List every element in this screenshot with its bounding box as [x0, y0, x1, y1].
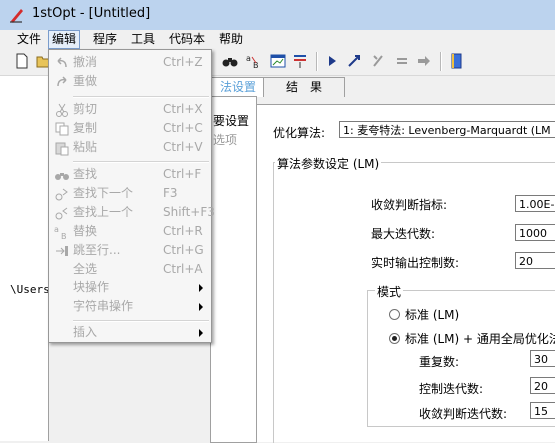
menu-item-goto-line[interactable]: 跳至行... Ctrl+G: [49, 241, 211, 260]
menu-item-find[interactable]: 查找 Ctrl+F: [49, 165, 211, 184]
find-previous-icon: [55, 207, 68, 220]
redo-icon: [57, 76, 67, 87]
menu-program[interactable]: 程序: [90, 31, 120, 48]
mode-global-label: 标准 (LM) + 通用全局优化法: [405, 332, 555, 346]
step-run-icon[interactable]: [346, 53, 362, 69]
algorithm-params-title: 算法参数设定 (LM): [275, 155, 382, 172]
control-iterations-input[interactable]: 20: [530, 377, 555, 394]
mode-standard-radio[interactable]: [389, 309, 400, 320]
convergence-iterations-label: 收敛判断迭代数:: [419, 407, 508, 421]
chart-window-icon[interactable]: [270, 53, 286, 69]
menu-item-block-operations[interactable]: 块操作: [49, 278, 211, 297]
algorithm-label: 优化算法:: [273, 126, 326, 140]
edit-dropdown-menu: 撤消 Ctrl+Z 重做 剪切 Ctrl+X 复制 Ctrl+C 粘贴 Ctrl…: [48, 49, 215, 343]
options-pane: 要设置 选项: [210, 96, 257, 443]
find-binoculars-icon[interactable]: [222, 53, 238, 69]
convergence-input[interactable]: 1.00E-1: [515, 195, 555, 212]
algorithm-select[interactable]: 1: 麦夸特法: Levenberg-Marquardt (LM: [339, 121, 555, 138]
list-pin-icon[interactable]: [292, 53, 308, 69]
menu-item-find-next[interactable]: 查找下一个 F3: [49, 184, 211, 203]
undo-icon: [57, 57, 67, 68]
options-label: 选项: [213, 133, 238, 147]
svg-text:a: a: [54, 225, 59, 234]
arrow-right-icon[interactable]: [416, 53, 432, 69]
menu-item-find-previous[interactable]: 查找上一个 Shift+F3: [49, 203, 215, 222]
pause-icon[interactable]: [370, 53, 386, 69]
menu-item-cut[interactable]: 剪切 Ctrl+X: [49, 100, 211, 119]
convergence-iterations-input[interactable]: 15: [530, 402, 555, 419]
replace-ab-icon[interactable]: aB: [246, 53, 262, 69]
repeat-count-label: 重复数:: [419, 355, 460, 369]
menu-item-copy[interactable]: 复制 Ctrl+C: [49, 119, 211, 138]
copy-icon: [55, 122, 69, 136]
paste-icon: [55, 142, 69, 156]
svg-text:a: a: [246, 54, 251, 63]
max-iterations-label: 最大迭代数:: [371, 227, 436, 241]
menu-separator: [73, 96, 209, 98]
menu-item-undo[interactable]: 撤消 Ctrl+Z: [49, 53, 211, 72]
options-label: 要设置: [213, 114, 250, 128]
menu-separator: [73, 320, 209, 322]
run-icon[interactable]: [324, 53, 340, 69]
menu-bar: 文件 编辑 程序 工具 代码本 帮助: [0, 30, 555, 49]
submenu-arrow-icon: [199, 284, 203, 292]
app-icon: [10, 9, 23, 23]
menu-tools[interactable]: 工具: [128, 31, 158, 48]
menu-codebook[interactable]: 代码本: [166, 31, 208, 48]
replace-icon: aB: [54, 225, 67, 240]
control-iterations-label: 控制迭代数:: [419, 382, 484, 396]
svg-text:B: B: [61, 232, 67, 240]
title-bar: 1stOpt - [Untitled]: [0, 0, 555, 30]
mode-global-radio[interactable]: [389, 333, 400, 344]
repeat-count-input[interactable]: 30: [530, 350, 555, 367]
menu-item-redo[interactable]: 重做: [49, 72, 211, 91]
equals-icon[interactable]: [394, 53, 410, 69]
settings-panel: 优化算法: 1: 麦夸特法: Levenberg-Marquardt (LM 算…: [256, 104, 555, 443]
toolbar-separator: [316, 52, 318, 71]
editor-pane[interactable]: [0, 76, 49, 441]
book-icon[interactable]: [448, 53, 464, 69]
new-file-icon[interactable]: [14, 53, 30, 69]
mode-title: 模式: [375, 283, 404, 300]
submenu-arrow-icon: [199, 329, 203, 337]
menu-item-string-operations[interactable]: 字符串操作: [49, 297, 211, 316]
goto-line-icon: [56, 246, 68, 256]
menu-file[interactable]: 文件: [14, 31, 44, 48]
convergence-label: 收敛判断指标:: [371, 198, 448, 212]
menu-item-select-all[interactable]: 全选 Ctrl+A: [49, 260, 211, 279]
menu-edit[interactable]: 编辑: [48, 30, 81, 49]
find-icon: [55, 173, 69, 180]
menu-item-paste[interactable]: 粘贴 Ctrl+V: [49, 138, 211, 157]
submenu-arrow-icon: [199, 303, 203, 311]
toolbar-separator: [440, 52, 442, 71]
mode-standard-label: 标准 (LM): [405, 308, 460, 322]
menu-help[interactable]: 帮助: [216, 31, 246, 48]
realtime-output-input[interactable]: 20: [515, 252, 555, 269]
menu-item-insert[interactable]: 插入: [49, 323, 211, 342]
window-title: 1stOpt - [Untitled]: [32, 6, 151, 21]
cut-icon: [56, 103, 68, 117]
menu-separator: [73, 161, 209, 163]
find-next-icon: [55, 188, 68, 201]
max-iterations-input[interactable]: 1000: [515, 224, 555, 241]
tab-algorithm-settings[interactable]: 法设置: [211, 77, 265, 97]
realtime-output-label: 实时输出控制数:: [371, 256, 460, 270]
tab-results[interactable]: 结 果: [263, 77, 345, 97]
menu-item-replace[interactable]: aB 替换 Ctrl+R: [49, 222, 211, 241]
